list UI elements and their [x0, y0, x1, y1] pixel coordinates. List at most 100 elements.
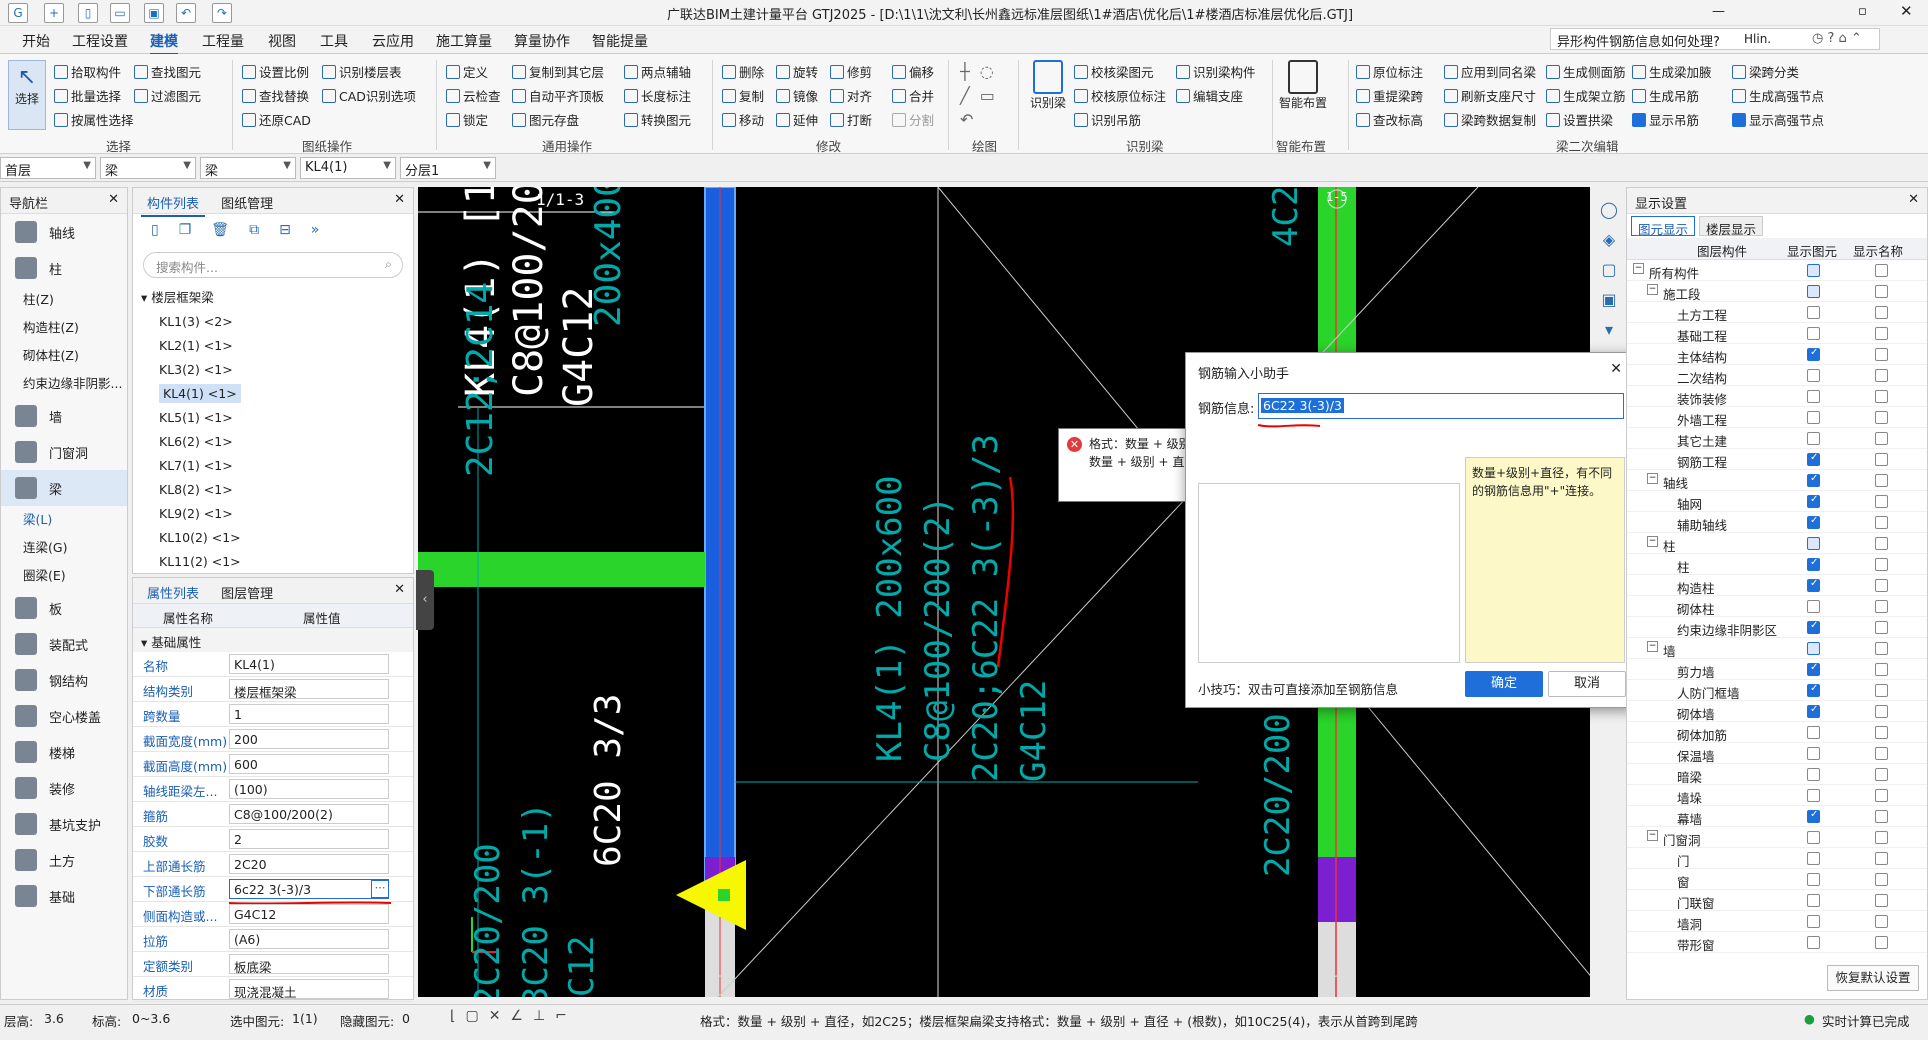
show-element-checkbox[interactable] [1807, 452, 1820, 466]
set-scale-button[interactable]: 设置比例 [242, 62, 309, 81]
offset-button[interactable]: 偏移 [892, 62, 934, 81]
display-row[interactable]: − 施工段 [1627, 281, 1927, 302]
show-name-checkbox[interactable] [1875, 768, 1888, 781]
open-icon[interactable]: ▭ [110, 3, 130, 23]
menu-smart-quantity[interactable]: 智能提量 [592, 31, 648, 51]
identify-beam-component-button[interactable]: 识别梁构件 [1176, 62, 1256, 81]
nav-item[interactable]: 楼梯 [1, 734, 127, 770]
menu-view[interactable]: 视图 [268, 31, 296, 51]
identify-hanger-button[interactable]: 识别吊筋 [1074, 110, 1141, 129]
span-classify-button[interactable]: 梁跨分类 [1732, 62, 1799, 81]
display-row[interactable]: 主体结构 [1627, 344, 1927, 365]
merge-button[interactable]: 合并 [892, 86, 934, 105]
show-element-checkbox[interactable] [1807, 789, 1820, 802]
expand-toggle[interactable]: − [1647, 641, 1658, 652]
property-row[interactable]: 截面宽度(mm) 200 [133, 727, 413, 752]
property-row[interactable]: 下部通长筋 6c22 3(-3)/3 ⋯ [133, 877, 413, 905]
show-element-checkbox[interactable] [1807, 578, 1820, 592]
show-name-checkbox[interactable] [1875, 264, 1888, 277]
property-row[interactable]: 拉筋 (A6) [133, 927, 413, 952]
set-arch-beam-button[interactable]: 设置拱梁 [1546, 110, 1613, 129]
display-row[interactable]: 约束边缘非阴影区 [1627, 617, 1927, 638]
display-row[interactable]: 钢筋工程 [1627, 449, 1927, 470]
property-row[interactable]: 结构类别 楼层框架梁 [133, 677, 413, 702]
expand-toggle[interactable]: − [1647, 473, 1658, 484]
nav-item[interactable]: 柱 [1, 250, 127, 286]
menu-cloud[interactable]: 云应用 [372, 31, 414, 51]
show-name-checkbox[interactable] [1875, 390, 1888, 403]
property-value[interactable]: 200 [229, 729, 389, 749]
property-value[interactable]: 楼层框架梁 [229, 679, 389, 700]
component-item[interactable]: KL11(2) <1> [133, 550, 413, 574]
show-name-checkbox[interactable] [1875, 306, 1888, 319]
menu-tools[interactable]: 工具 [320, 31, 348, 51]
lock-button[interactable]: 锁定 [446, 110, 488, 129]
show-element-checkbox[interactable] [1807, 432, 1820, 445]
edit-support-button[interactable]: 编辑支座 [1176, 86, 1243, 105]
restore-defaults-button[interactable]: 恢复默认设置 [1827, 965, 1919, 991]
undo-icon[interactable]: ↶ [176, 3, 196, 23]
nav-subitem[interactable]: 圈梁(E) [1, 562, 127, 590]
nav-item[interactable]: 基坑支护 [1, 806, 127, 842]
display-row[interactable]: 其它土建 [1627, 428, 1927, 449]
display-row[interactable]: 墙洞 [1627, 911, 1927, 932]
snap-toolbar[interactable]: ⌊▢✕∠⊥⌐ [450, 1008, 577, 1024]
display-row[interactable]: 装饰装修 [1627, 386, 1927, 407]
display-row[interactable]: 砌体柱 [1627, 596, 1927, 617]
component-dropdown[interactable]: KL4(1) ▼ [300, 157, 396, 179]
display-row[interactable]: 砌体加筋 [1627, 722, 1927, 743]
nav-subitem[interactable]: 约束边缘非阴影... [1, 370, 127, 398]
gen-high-strength-node-button[interactable]: 生成高强节点 [1732, 86, 1824, 105]
nav-subitem[interactable]: 连梁(G) [1, 534, 127, 562]
check-in-situ-label-button[interactable]: 校核原位标注 [1074, 86, 1166, 105]
more-options-icon[interactable]: ⋯ [371, 880, 389, 898]
property-section[interactable]: ▾ 基础属性 [133, 628, 413, 652]
show-name-checkbox[interactable] [1875, 915, 1888, 928]
component-item[interactable]: KL7(1) <1> [133, 454, 413, 478]
layer-dropdown[interactable]: 分层1 ▼ [400, 157, 496, 179]
show-name-checkbox[interactable] [1875, 747, 1888, 760]
ok-button[interactable]: 确定 [1465, 671, 1543, 697]
length-dimension-button[interactable]: 长度标注 [624, 86, 691, 105]
show-name-checkbox[interactable] [1875, 789, 1888, 802]
show-element-checkbox[interactable] [1807, 915, 1820, 928]
show-name-checkbox[interactable] [1875, 495, 1888, 508]
display-row[interactable]: 带形窗 [1627, 932, 1927, 953]
rebar-list-box[interactable] [1198, 483, 1460, 663]
nav-subitem[interactable]: 梁(L) [1, 506, 127, 534]
show-element-checkbox[interactable] [1807, 515, 1820, 529]
show-name-checkbox[interactable] [1875, 432, 1888, 445]
show-element-checkbox[interactable] [1807, 936, 1820, 949]
property-value[interactable]: 6c22 3(-3)/3 [229, 879, 389, 899]
draw-tools[interactable]: ┼ ◌ ╱ ▭ ↶ [960, 60, 995, 132]
tree-group[interactable]: ▾ 楼层框架梁 [133, 286, 413, 310]
component-item[interactable]: KL1(3) <2> [133, 310, 413, 334]
show-element-checkbox[interactable] [1807, 620, 1820, 634]
nav-item[interactable]: 梁 [1, 470, 127, 506]
identify-beam-button[interactable]: 识别梁 [1026, 60, 1070, 111]
display-row[interactable]: − 所有构件 [1627, 260, 1927, 281]
component-item[interactable]: KL2(1) <1> [133, 334, 413, 358]
restore-icon[interactable]: ▫ [1858, 4, 1867, 19]
show-name-checkbox[interactable] [1875, 411, 1888, 424]
show-element-checkbox[interactable] [1807, 768, 1820, 781]
display-row[interactable]: 二次结构 [1627, 365, 1927, 386]
show-name-checkbox[interactable] [1875, 621, 1888, 634]
component-item[interactable]: KL6(2) <1> [133, 430, 413, 454]
menu-start[interactable]: 开始 [22, 31, 50, 51]
show-name-checkbox[interactable] [1875, 894, 1888, 907]
show-name-checkbox[interactable] [1875, 327, 1888, 340]
show-name-checkbox[interactable] [1875, 516, 1888, 529]
new-component-icon[interactable]: ▯ [151, 222, 159, 244]
nav-item[interactable]: 土方 [1, 842, 127, 878]
floor-dropdown[interactable]: 首层 ▼ [0, 157, 96, 179]
show-name-checkbox[interactable] [1875, 810, 1888, 823]
nav-subitem[interactable]: 构造柱(Z) [1, 314, 127, 342]
property-row[interactable]: 名称 KL4(1) [133, 652, 413, 677]
user-name[interactable]: Hlin. [1744, 32, 1771, 46]
show-name-checkbox[interactable] [1875, 642, 1888, 655]
property-value[interactable]: 现浇混凝土 [229, 979, 389, 1000]
menu-modeling[interactable]: 建模 [150, 31, 178, 55]
property-row[interactable]: 跨数量 1 [133, 702, 413, 727]
component-item[interactable]: KL3(2) <1> [133, 358, 413, 382]
